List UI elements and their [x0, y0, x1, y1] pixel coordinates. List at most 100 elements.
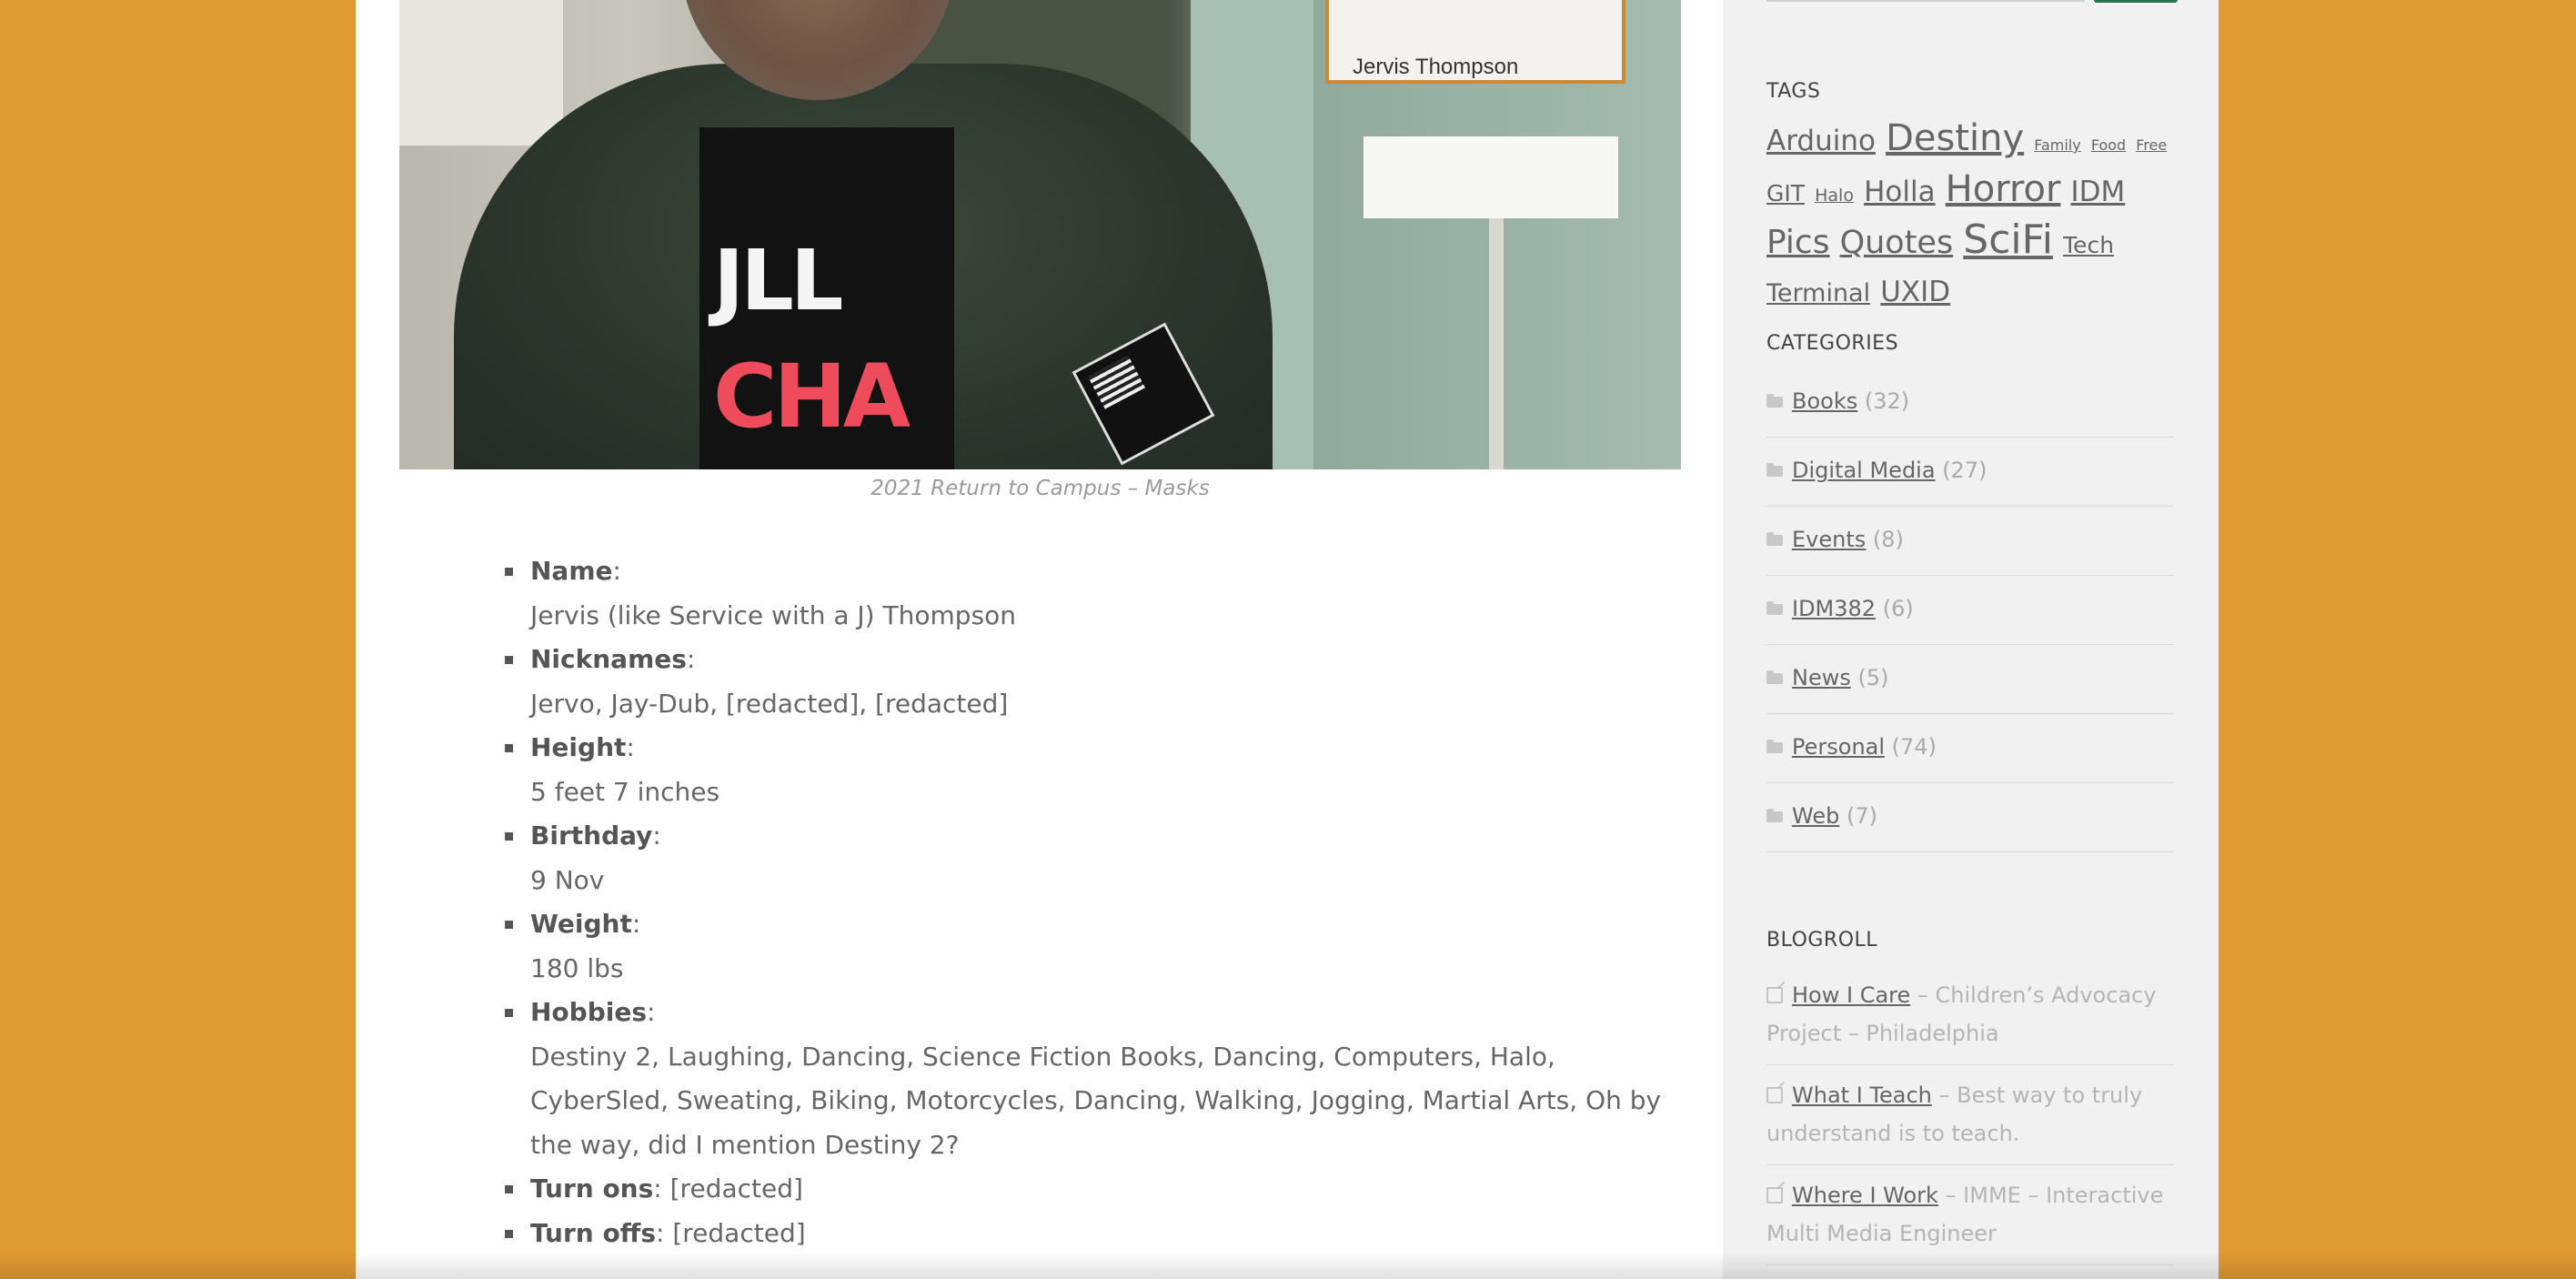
category-link[interactable]: Digital Media: [1792, 458, 1936, 483]
detail-value: Jervo, Jay-Dub, [redacted], [redacted]: [530, 688, 1009, 719]
category-row: News (5): [1766, 665, 1889, 690]
detail-value: Destiny 2, Laughing, Dancing, Science Fi…: [530, 1041, 1662, 1160]
detail-value: Jervis (like Service with a J) Thompson: [530, 599, 1016, 630]
detail-separator: :: [647, 997, 656, 1027]
detail-key: Birthday: [530, 821, 653, 851]
tag-link[interactable]: Tech: [2063, 232, 2114, 258]
photo-shirt-text-bottom: CHA: [713, 346, 911, 448]
category-row: Events (8): [1766, 527, 1904, 552]
tags-title: TAGS: [1766, 80, 1821, 103]
tag-link[interactable]: UXID: [1880, 276, 1950, 308]
photo-caption: 2021 Return to Campus – Masks: [870, 477, 1210, 500]
category-count: (8): [1872, 527, 1904, 552]
detail-separator: :: [652, 821, 661, 851]
sidebar: TAGS Arduino Destiny Family Food Free GI…: [1723, 0, 2219, 1279]
detail-key: Nicknames: [530, 644, 687, 674]
tag-link[interactable]: IDM: [2071, 176, 2126, 208]
detail-item: Nicknames: Jervo, Jay-Dub, [redacted], [r…: [505, 638, 1667, 726]
page-container: Jervis Thompson JLL CHA 2021 Return to C…: [356, 0, 2219, 1279]
category-item: Books (32): [1766, 368, 2174, 438]
detail-item: Hobbies: Destiny 2, Laughing, Dancing, Sc…: [505, 991, 1667, 1167]
tag-link[interactable]: Arduino: [1766, 125, 1876, 157]
detail-separator: :: [631, 909, 641, 939]
tag-link[interactable]: SciFi: [1963, 217, 2053, 263]
category-link[interactable]: Personal: [1792, 734, 1885, 760]
detail-item: Name: Jervis (like Service with a J) Thom…: [505, 549, 1667, 638]
detail-key: Turn offs: [530, 1217, 657, 1248]
category-item: Digital Media (27): [1766, 438, 2174, 507]
detail-key: Turn ons: [530, 1173, 654, 1203]
tag-cloud: Arduino Destiny Family Food Free GIT Hal…: [1766, 116, 2185, 318]
detail-key: Weight: [530, 909, 632, 939]
blogroll-link[interactable]: What I Teach: [1792, 1083, 1932, 1108]
post-photo[interactable]: Jervis Thompson JLL CHA: [399, 0, 1681, 469]
detail-value: 180 lbs: [530, 952, 624, 983]
main-content: Jervis Thompson JLL CHA 2021 Return to C…: [356, 0, 1723, 1279]
folder-icon: [1766, 532, 1783, 546]
folder-icon: [1766, 463, 1783, 477]
category-row: Books (32): [1766, 388, 1909, 414]
category-count: (32): [1864, 388, 1910, 414]
detail-key: Hobbies: [530, 997, 648, 1027]
tag-link[interactable]: Family: [2034, 136, 2080, 154]
tag-link[interactable]: Free: [2136, 136, 2167, 154]
detail-item: Turn offs: [redacted]: [505, 1212, 1667, 1256]
category-link[interactable]: News: [1792, 665, 1851, 690]
blogroll-link[interactable]: How I Care: [1792, 982, 1910, 1008]
tag-link[interactable]: Halo: [1815, 186, 1854, 206]
category-count: (7): [1846, 803, 1877, 829]
category-link[interactable]: IDM382: [1792, 596, 1876, 621]
blogroll-list: How I Care – Children’s Advocacy Project…: [1766, 965, 2174, 1265]
detail-separator: : [redacted]: [653, 1173, 803, 1203]
tag-link[interactable]: Holla: [1864, 176, 1936, 208]
detail-value: 9 Nov: [530, 864, 605, 895]
tag-link[interactable]: Horror: [1946, 168, 2061, 210]
tag-link[interactable]: Quotes: [1840, 225, 1954, 261]
tag-link[interactable]: GIT: [1766, 180, 1805, 206]
category-row: IDM382 (6): [1766, 596, 1914, 621]
blogroll-item: What I Teach – Best way to truly underst…: [1766, 1065, 2174, 1165]
category-row: Web (7): [1766, 803, 1877, 829]
detail-separator: : [redacted]: [656, 1217, 806, 1248]
photo-sign-text: Jervis Thompson: [1353, 55, 1519, 79]
category-count: (6): [1882, 596, 1914, 621]
category-item: IDM382 (6): [1766, 576, 2174, 645]
detail-item: Birthday: 9 Nov: [505, 814, 1667, 902]
category-item: Events (8): [1766, 507, 2174, 576]
folder-icon: [1766, 740, 1783, 753]
categories-title: CATEGORIES: [1766, 332, 1899, 355]
detail-item: Turn ons: [redacted]: [505, 1167, 1667, 1212]
tag-link[interactable]: Destiny: [1886, 117, 2024, 159]
detail-separator: :: [626, 732, 635, 762]
folder-icon: [1766, 394, 1783, 408]
folder-icon: [1766, 601, 1783, 615]
category-link[interactable]: Books: [1792, 388, 1857, 414]
photo-shirt-text-top: JLL: [713, 232, 843, 329]
external-link-icon: [1766, 1087, 1783, 1103]
category-link[interactable]: Web: [1792, 803, 1839, 829]
detail-separator: :: [686, 644, 696, 674]
category-link[interactable]: Events: [1792, 527, 1866, 552]
category-count: (5): [1857, 665, 1889, 690]
tag-link[interactable]: Pics: [1766, 224, 1829, 261]
detail-value: 5 feet 7 inches: [530, 776, 720, 807]
tag-link[interactable]: Food: [2091, 136, 2126, 154]
blogroll-item: Where I Work – IMME – Interactive Multi …: [1766, 1165, 2174, 1265]
folder-icon: [1766, 670, 1783, 684]
category-row: Personal (74): [1766, 734, 1937, 760]
detail-key: Name: [530, 556, 613, 586]
photo-shelf: [399, 0, 563, 146]
category-item: Personal (74): [1766, 714, 2174, 783]
blogroll-link[interactable]: Where I Work: [1792, 1183, 1938, 1208]
external-link-icon: [1766, 1187, 1783, 1203]
detail-item: Height: 5 feet 7 inches: [505, 726, 1667, 814]
search-button[interactable]: [2094, 0, 2178, 3]
category-item: News (5): [1766, 645, 2174, 714]
folder-icon: [1766, 809, 1783, 822]
detail-separator: :: [612, 556, 621, 586]
photo-sign-blank: [1363, 136, 1618, 218]
search-input[interactable]: [1766, 0, 2085, 2]
category-item: Web (7): [1766, 783, 2174, 852]
tag-link[interactable]: Terminal: [1766, 279, 1870, 307]
profile-details-list: Name: Jervis (like Service with a J) Thom…: [505, 549, 1667, 1256]
